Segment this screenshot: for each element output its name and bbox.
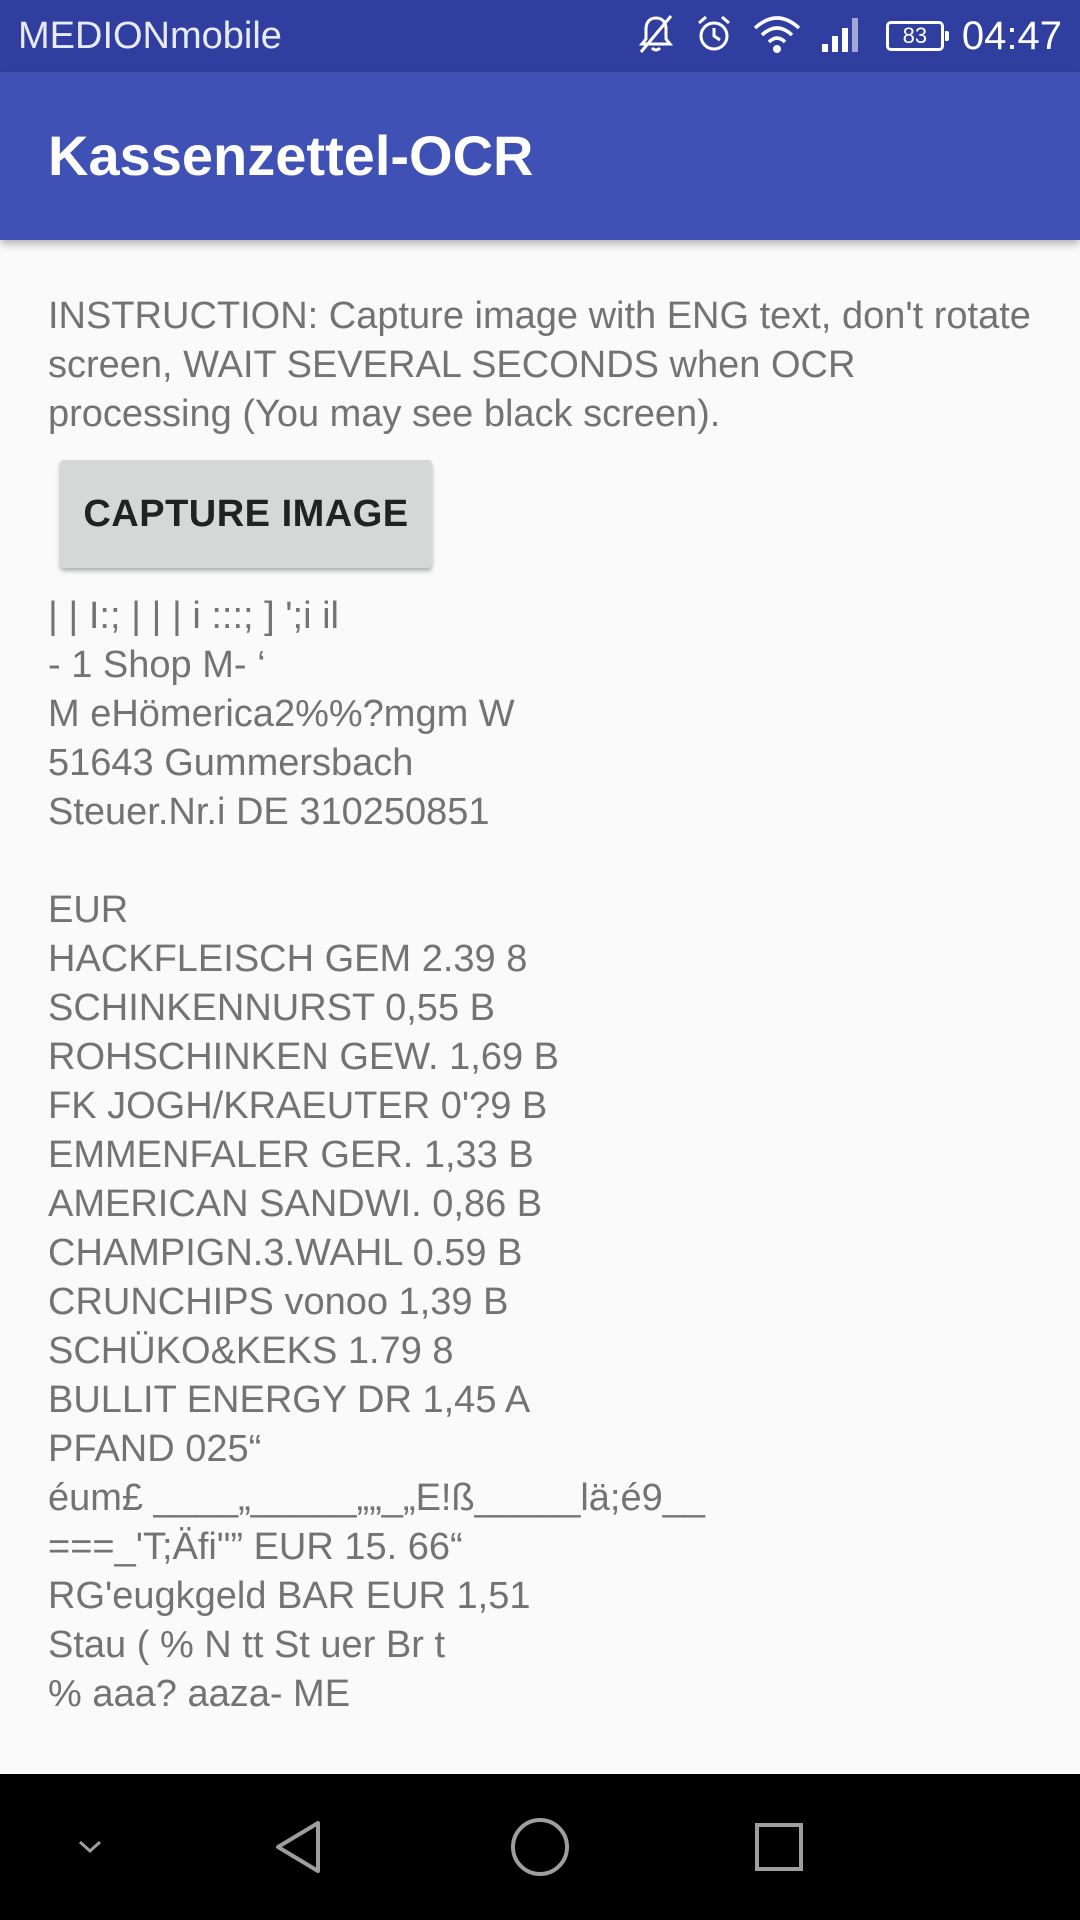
ocr-line: ===_'T;Äfi"” EUR 15. 66“ bbox=[48, 1526, 463, 1568]
ocr-line: HACKFLEISCH GEM 2.39 8 bbox=[48, 938, 528, 980]
main-content[interactable]: INSTRUCTION: Capture image with ENG text… bbox=[0, 240, 1080, 1774]
ocr-line: SCHINKENNURST 0,55 B bbox=[48, 987, 495, 1029]
ocr-line: CHAMPIGN.3.WAHL 0.59 B bbox=[48, 1232, 523, 1274]
recents-button[interactable] bbox=[729, 1774, 829, 1920]
back-icon bbox=[276, 1821, 320, 1873]
ocr-line: Steuer.Nr.i DE 310250851 bbox=[48, 791, 490, 833]
mute-icon bbox=[636, 12, 676, 61]
status-icons: 83 04:47 bbox=[618, 10, 1062, 62]
ocr-line: SCHÜKO&KEKS 1.79 8 bbox=[48, 1330, 454, 1372]
ocr-line: RG'eugkgeld BAR EUR 1,51 bbox=[48, 1575, 531, 1617]
back-button[interactable] bbox=[250, 1774, 350, 1920]
ocr-line: AMERICAN SANDWI. 0,86 B bbox=[48, 1183, 543, 1225]
ocr-line: M eHömerica2%%?mgm W bbox=[48, 693, 515, 735]
recents-icon bbox=[755, 1823, 803, 1871]
signal-icon bbox=[820, 12, 866, 61]
ocr-line: - 1 Shop M- ‘ bbox=[48, 644, 266, 686]
battery-icon: 83 bbox=[885, 21, 949, 51]
app-title: Kassenzettel-OCR bbox=[48, 124, 534, 187]
wifi-icon bbox=[752, 12, 802, 61]
screen: MEDIONmobile 83 04:47 Kassenzettel-OCR I… bbox=[0, 0, 1080, 1920]
status-bar: MEDIONmobile 83 04:47 bbox=[0, 0, 1080, 72]
navigation-bar bbox=[0, 1774, 1080, 1920]
instruction-text: INSTRUCTION: Capture image with ENG text… bbox=[48, 295, 1031, 435]
ocr-line: BULLIT ENERGY DR 1,45 A bbox=[48, 1379, 531, 1421]
collapse-icon bbox=[78, 1840, 102, 1854]
ocr-line: 51643 Gummersbach bbox=[48, 742, 414, 784]
ocr-line: PFAND 025“ bbox=[48, 1428, 262, 1470]
collapse-button[interactable] bbox=[50, 1774, 130, 1920]
ocr-line: CRUNCHIPS vonoo 1,39 B bbox=[48, 1281, 509, 1323]
ocr-line: Stau ( % N tt St uer Br t bbox=[48, 1624, 446, 1666]
ocr-line: EUR bbox=[48, 889, 129, 931]
capture-image-button[interactable]: CAPTURE IMAGE bbox=[60, 460, 432, 568]
battery-level: 83 bbox=[902, 23, 928, 48]
ocr-line: ROHSCHINKEN GEW. 1,69 B bbox=[48, 1036, 560, 1078]
home-button[interactable] bbox=[490, 1774, 590, 1920]
alarm-icon bbox=[694, 12, 734, 61]
home-icon bbox=[511, 1818, 569, 1876]
ocr-line: éum£ ____„_____„„_„E!ß_____lä;é9__ bbox=[48, 1477, 706, 1519]
ocr-line: % aaa? aaza- ME bbox=[48, 1673, 351, 1715]
ocr-line: FK JOGH/KRAEUTER 0'?9 B bbox=[48, 1085, 548, 1127]
ocr-line: | | I:; | | | i :::; ] ';i il bbox=[48, 595, 339, 637]
carrier-name: MEDIONmobile bbox=[18, 15, 282, 57]
ocr-result-text: | | I:; | | | i :::; ] ';i il- 1 Shop M-… bbox=[48, 592, 1048, 1719]
ocr-line: EMMENFALER GER. 1,33 B bbox=[48, 1134, 534, 1176]
app-bar: Kassenzettel-OCR bbox=[0, 72, 1080, 240]
clock: 04:47 bbox=[961, 14, 1062, 58]
ocr-line bbox=[48, 837, 1048, 886]
